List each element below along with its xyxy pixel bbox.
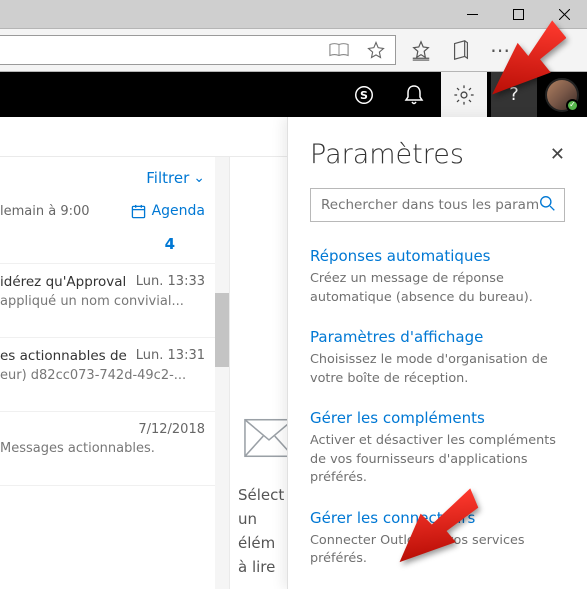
- avatar[interactable]: [545, 78, 579, 112]
- outlook-header: S ?: [0, 72, 587, 117]
- message-subject: idérez qu'Approval: [0, 274, 126, 290]
- setting-item-connectors[interactable]: Gérer les connecteurs Connecter Outlook …: [310, 508, 565, 569]
- close-icon[interactable]: ✕: [550, 144, 565, 165]
- settings-icon[interactable]: [441, 72, 487, 117]
- reminder-time: lemain à 9:00: [0, 204, 90, 219]
- filter-label: Filtrer: [146, 169, 189, 187]
- list-item[interactable]: 7/12/2018 Messages actionnables.: [0, 412, 215, 486]
- message-subject: es actionnables de: [0, 348, 127, 364]
- list-item[interactable]: es actionnables de Lun. 13:31 eur) d82cc0…: [0, 338, 215, 412]
- agenda-button[interactable]: Agenda: [131, 203, 205, 219]
- favorites-hub-icon[interactable]: [410, 39, 432, 61]
- search-icon[interactable]: [539, 195, 556, 216]
- message-time: Lun. 13:31: [136, 348, 205, 364]
- presence-badge: [566, 99, 579, 112]
- scrollbar-track[interactable]: [215, 157, 229, 589]
- message-preview: eur) d82cc073-742d-49c2-...: [0, 368, 205, 383]
- help-icon[interactable]: ?: [491, 72, 537, 117]
- window-maximize-button[interactable]: [495, 0, 541, 28]
- setting-link[interactable]: Gérer les connecteurs: [310, 509, 475, 527]
- settings-title-text: Paramètres: [310, 139, 464, 170]
- setting-desc: Connecter Outlook à vos services préféré…: [310, 532, 565, 569]
- settings-search[interactable]: [310, 188, 565, 222]
- message-list: Filtrer lemain à 9:00 Agenda 4 idérez qu…: [0, 157, 230, 589]
- reading-pane-text: à lire: [238, 555, 256, 579]
- address-bar[interactable]: [0, 35, 396, 65]
- message-preview: Messages actionnables.: [0, 441, 205, 456]
- window-titlebar: [0, 0, 587, 28]
- setting-link[interactable]: Réponses automatiques: [310, 247, 491, 265]
- filter-dropdown[interactable]: Filtrer: [146, 169, 205, 187]
- scrollbar-thumb[interactable]: [215, 293, 229, 367]
- settings-title: Paramètres ✕: [310, 139, 565, 170]
- settings-search-input[interactable]: [321, 197, 539, 213]
- browser-toolbar: ⋯: [0, 28, 587, 72]
- chevron-down-icon: [193, 169, 205, 187]
- setting-desc: Créez un message de réponse automatique …: [310, 270, 565, 307]
- reading-mode-icon[interactable]: [329, 42, 349, 58]
- setting-desc: Choisissez le mode d'organisation de vot…: [310, 351, 565, 388]
- message-time: 7/12/2018: [138, 422, 205, 437]
- setting-link[interactable]: Paramètres d'affichage: [310, 328, 483, 346]
- setting-item-display[interactable]: Paramètres d'affichage Choisissez le mod…: [310, 327, 565, 388]
- window-minimize-button[interactable]: [449, 0, 495, 28]
- notifications-icon[interactable]: [391, 72, 437, 117]
- message-preview: appliqué un nom convivial...: [0, 294, 205, 309]
- setting-link[interactable]: Gérer les compléments: [310, 409, 485, 427]
- settings-panel: Paramètres ✕ Réponses automatiques Créez…: [287, 117, 587, 589]
- skype-icon[interactable]: S: [341, 72, 387, 117]
- svg-text:S: S: [360, 89, 368, 102]
- more-icon[interactable]: ⋯: [490, 39, 512, 61]
- message-time: Lun. 13:33: [136, 274, 205, 290]
- window-close-button[interactable]: [541, 0, 587, 28]
- agenda-label: Agenda: [152, 203, 205, 219]
- setting-item-addins[interactable]: Gérer les compléments Activer et désacti…: [310, 408, 565, 488]
- star-icon[interactable]: [367, 41, 385, 59]
- reading-pane-text: élém: [238, 531, 256, 555]
- message-count: 4: [0, 225, 215, 264]
- reading-pane-text: un: [238, 507, 256, 531]
- setting-item-auto-replies[interactable]: Réponses automatiques Créez un message d…: [310, 246, 565, 307]
- setting-desc: Activer et désactiver les compléments de…: [310, 432, 565, 488]
- list-item[interactable]: idérez qu'Approval Lun. 13:33 appliqué un…: [0, 264, 215, 338]
- reading-pane-empty: Sélect un élém à lire: [230, 157, 270, 589]
- reading-pane-text: Sélect: [238, 483, 256, 507]
- calendar-icon: [131, 204, 146, 219]
- notes-icon[interactable]: [450, 39, 472, 61]
